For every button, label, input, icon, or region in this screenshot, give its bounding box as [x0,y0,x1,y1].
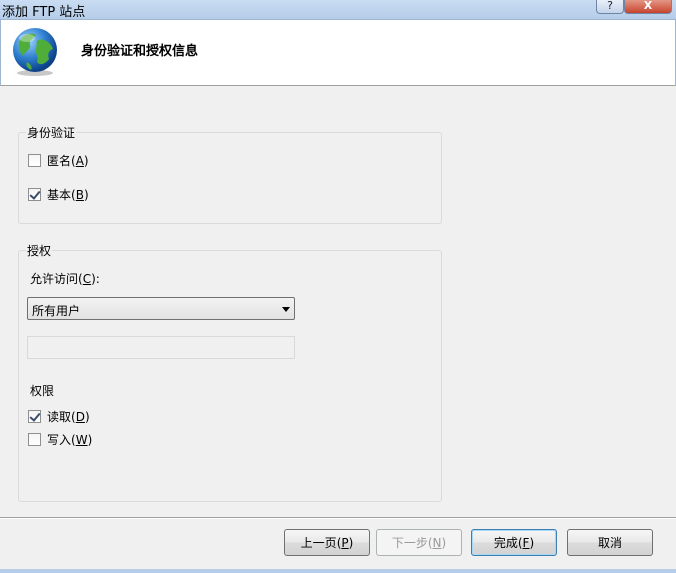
close-icon: X [643,0,653,12]
users-input-disabled [27,336,295,359]
title-bar[interactable]: 添加 FTP 站点 ? X [0,0,676,20]
basic-checkbox[interactable] [28,187,41,201]
anonymous-checkbox[interactable] [28,153,41,167]
authorization-group [18,250,442,502]
previous-label: 上一页(P) [300,536,354,550]
next-button[interactable]: 下一步(N) [376,529,462,556]
anonymous-label: 匿名(A) [47,153,89,168]
write-label: 写入(W) [47,432,93,447]
authorization-legend: 授权 [26,242,53,259]
allow-access-selected: 所有用户 [32,304,81,318]
allow-access-dropdown[interactable]: 所有用户 [27,297,295,320]
close-button[interactable]: X [624,0,672,14]
cancel-label: 取消 [597,536,622,550]
write-checkbox-row[interactable]: 写入(W) [28,431,92,447]
dropdown-arrow-icon[interactable] [282,307,290,312]
read-checkbox-row[interactable]: 读取(D) [28,408,90,424]
authentication-legend: 身份验证 [26,124,77,141]
window-title: 添加 FTP 站点 [2,5,86,20]
permissions-label: 权限 [30,384,55,398]
cancel-button[interactable]: 取消 [567,529,653,556]
button-divider [0,517,676,519]
write-checkbox[interactable] [28,432,41,446]
next-label: 下一步(N) [391,536,447,550]
read-label: 读取(D) [47,409,90,424]
help-icon: ? [607,0,613,12]
basic-label: 基本(B) [47,187,89,202]
help-button[interactable]: ? [596,0,624,14]
globe-icon [13,28,57,76]
allow-access-label: 允许访问(C): [30,272,100,286]
anonymous-checkbox-row[interactable]: 匿名(A) [28,152,89,168]
page-title: 身份验证和授权信息 [81,44,199,59]
read-checkbox[interactable] [28,409,41,423]
basic-checkbox-row[interactable]: 基本(B) [28,186,89,202]
previous-button[interactable]: 上一页(P) [284,529,370,556]
authentication-group [18,132,442,224]
window-bottom-border [0,569,676,573]
wizard-header: 身份验证和授权信息 [0,20,676,86]
finish-label: 完成(F) [493,536,535,550]
finish-button[interactable]: 完成(F) [471,529,557,556]
